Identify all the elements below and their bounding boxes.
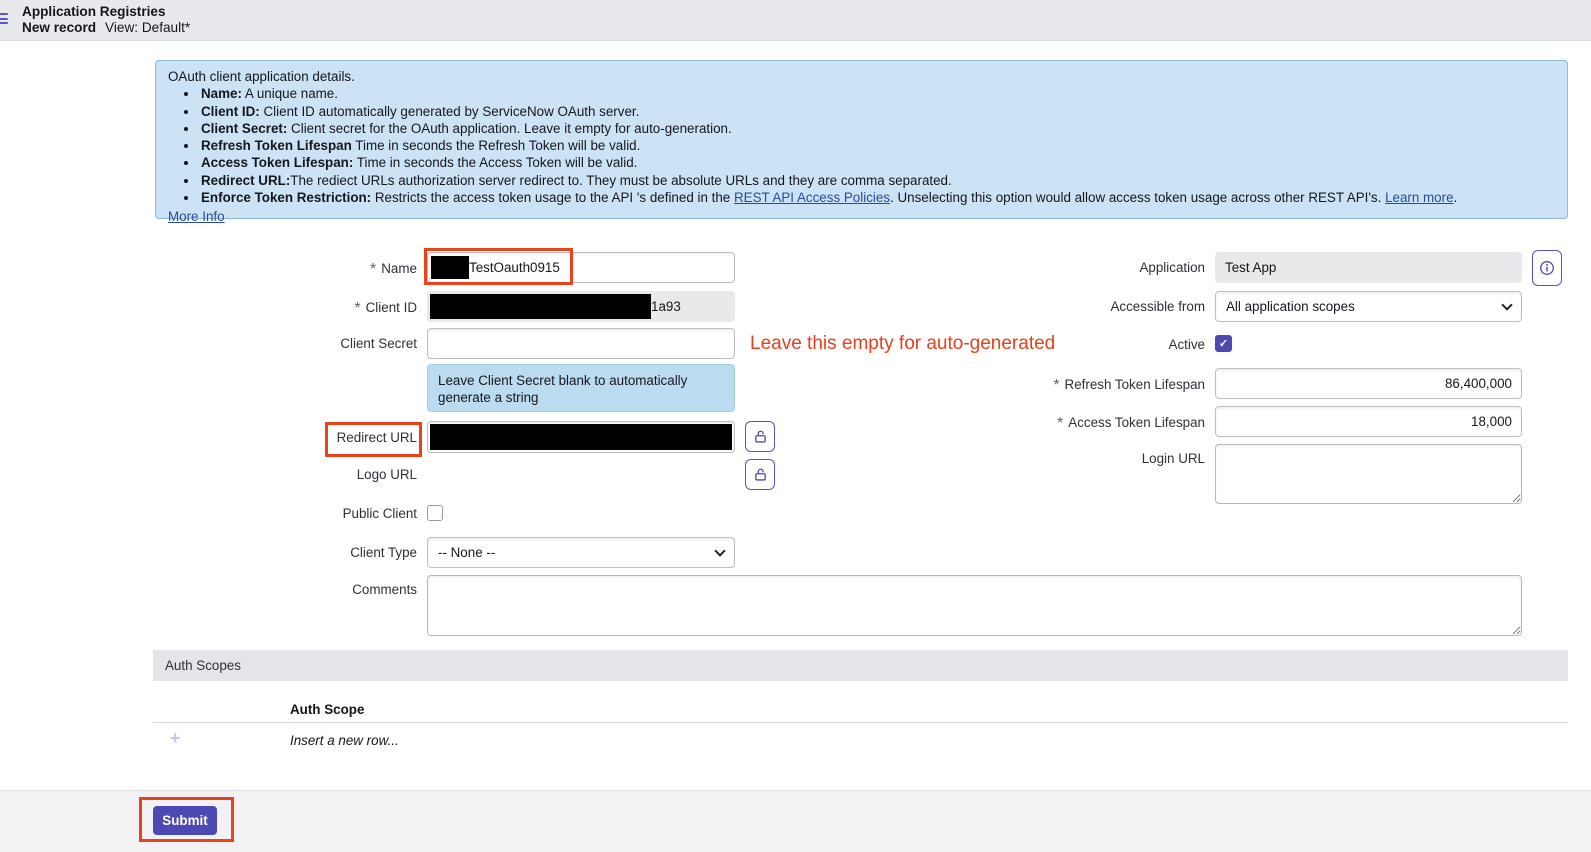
redirect-url-input[interactable] [427, 421, 735, 453]
accessible-from-select[interactable]: All application scopes [1215, 291, 1522, 322]
accessible-from-label: Accessible from [1020, 299, 1205, 314]
view-label: View: Default* [105, 20, 190, 35]
client-id-visible-suffix: 1a93 [651, 299, 681, 314]
table-divider [153, 722, 1568, 723]
info-bullet-access-token: Access Token Lifespan: Time in seconds t… [199, 154, 1555, 171]
oauth-info-message: OAuth client application details. Name: … [155, 60, 1568, 219]
record-subtitle: New record View: Default* [22, 20, 190, 35]
info-bullet-enforce-token: Enforce Token Restriction: Restricts the… [199, 189, 1555, 206]
form-header-bar: Application Registries New record View: D… [0, 0, 1591, 41]
client-secret-hint: Leave Client Secret blank to automatical… [427, 364, 735, 412]
logo-url-label: Logo URL [240, 467, 417, 482]
client-id-field: 1a93 [427, 291, 735, 322]
application-info-button[interactable] [1532, 250, 1562, 286]
info-bullet-client-secret: Client Secret: Client secret for the OAu… [199, 120, 1555, 137]
unlocked-padlock-icon [753, 467, 768, 482]
application-label: Application [1020, 260, 1205, 275]
login-url-textarea[interactable] [1215, 444, 1522, 504]
name-value: TestOauth0915 [469, 260, 560, 275]
auth-scopes-section-header: Auth Scopes [153, 650, 1568, 681]
info-bullet-client-id: Client ID: Client ID automatically gener… [199, 103, 1555, 120]
page-title: Application Registries [22, 4, 166, 19]
chevron-down-icon [714, 545, 725, 556]
redirect-url-label: Redirect URL [240, 430, 417, 445]
required-marker: * [1053, 377, 1059, 394]
auth-scope-column-header: Auth Scope [290, 702, 364, 717]
insert-new-row-cell[interactable]: Insert a new row... [290, 733, 399, 748]
auth-scopes-title: Auth Scopes [165, 658, 241, 673]
comments-label: Comments [240, 582, 417, 597]
comments-textarea[interactable] [427, 575, 1522, 636]
client-id-redaction [430, 294, 651, 319]
info-bullet-redirect-url: Redirect URL:The rediect URLs authorizat… [199, 172, 1555, 189]
redirect-url-redaction [430, 424, 732, 450]
client-type-selected-value: -- None -- [438, 545, 495, 560]
client-secret-input[interactable] [427, 328, 735, 359]
client-id-label: *Client ID [240, 299, 417, 317]
application-field: Test App [1215, 252, 1522, 283]
client-type-select[interactable]: -- None -- [427, 537, 735, 568]
required-marker: * [354, 300, 360, 317]
info-bullet-list: Name: A unique name. Client ID: Client I… [199, 85, 1555, 206]
client-secret-label: Client Secret [240, 336, 417, 351]
unlocked-padlock-icon [753, 429, 768, 444]
checkmark-icon: ✓ [1219, 337, 1228, 350]
access-token-lifespan-input[interactable]: 18,000 [1215, 406, 1522, 437]
submit-button[interactable]: Submit [153, 806, 217, 835]
info-icon [1539, 260, 1555, 276]
name-input[interactable]: TestOauth0915 [427, 252, 735, 283]
active-label: Active [1020, 337, 1205, 352]
client-secret-annotation-note: Leave this empty for auto-generated [750, 333, 1055, 355]
active-checkbox[interactable]: ✓ [1215, 335, 1232, 352]
insert-row-plus-icon[interactable]: + [170, 728, 181, 749]
name-label: *Name [240, 260, 417, 278]
redirect-url-unlock-button[interactable] [745, 421, 775, 452]
refresh-token-lifespan-label: *Refresh Token Lifespan [1020, 376, 1205, 394]
public-client-label: Public Client [240, 506, 417, 521]
form-footer-bar [0, 790, 1591, 852]
record-state-label: New record [22, 20, 96, 35]
required-marker: * [1057, 415, 1063, 432]
info-bullet-refresh-token: Refresh Token Lifespan Time in seconds t… [199, 137, 1555, 154]
info-bullet-name: Name: A unique name. [199, 85, 1555, 102]
client-type-label: Client Type [240, 545, 417, 560]
more-info-link[interactable]: More Info [168, 208, 225, 225]
learn-more-link[interactable]: Learn more [1385, 190, 1453, 205]
application-registry-form-page: Application Registries New record View: D… [0, 0, 1591, 852]
access-token-lifespan-label: *Access Token Lifespan [1020, 414, 1205, 432]
refresh-token-lifespan-input[interactable]: 86,400,000 [1215, 368, 1522, 399]
rest-api-access-policies-link[interactable]: REST API Access Policies [734, 190, 890, 205]
accessible-from-selected-value: All application scopes [1226, 299, 1355, 314]
public-client-checkbox[interactable] [427, 505, 443, 521]
required-marker: * [370, 261, 376, 278]
logo-url-unlock-button[interactable] [745, 459, 775, 490]
name-redaction [431, 256, 469, 279]
login-url-label: Login URL [1020, 451, 1205, 466]
info-intro: OAuth client application details. [168, 68, 1555, 85]
chevron-down-icon [1501, 299, 1512, 310]
context-menu-icon[interactable] [0, 13, 8, 26]
